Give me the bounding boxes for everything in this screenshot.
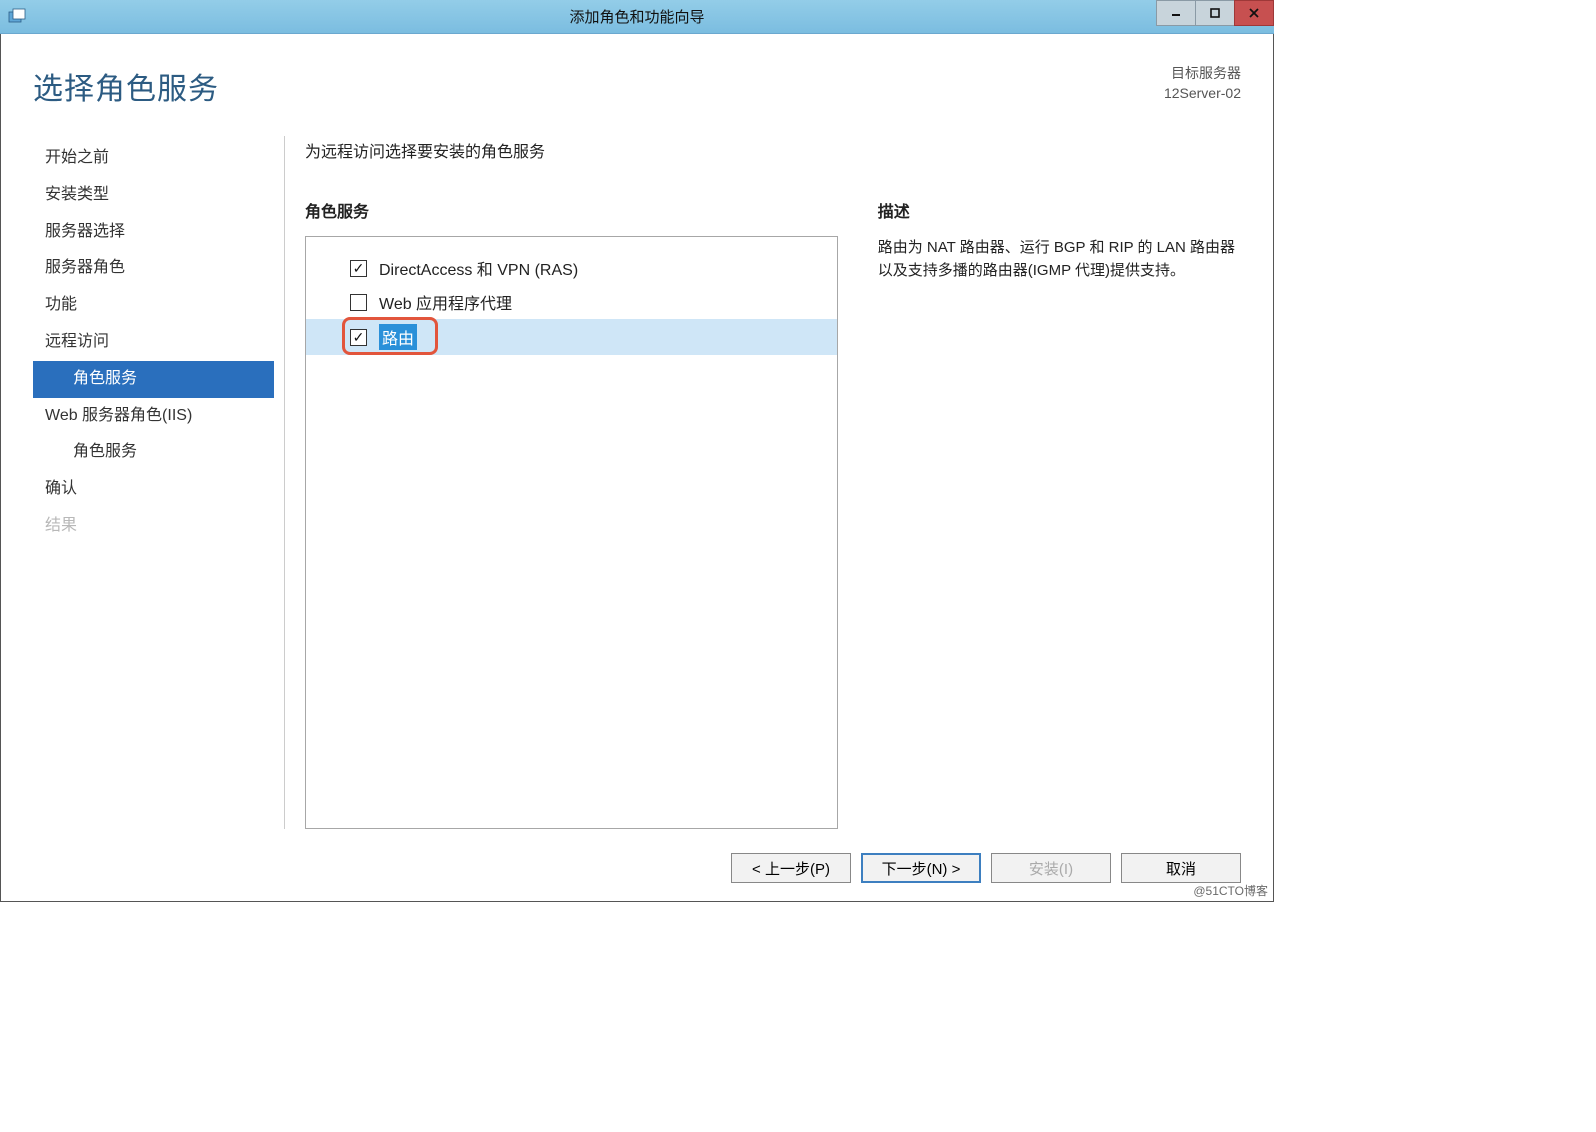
body-row: 开始之前安装类型服务器选择服务器角色功能远程访问角色服务Web 服务器角色(II… bbox=[33, 136, 1241, 829]
roles-listbox[interactable]: DirectAccess 和 VPN (RAS) Web 应用程序代理路由 bbox=[305, 236, 838, 829]
checkbox[interactable] bbox=[350, 294, 367, 311]
target-server-label: 目标服务器 bbox=[1164, 64, 1241, 84]
previous-button[interactable]: < 上一步(P) bbox=[731, 853, 851, 883]
nav-item[interactable]: 服务器选择 bbox=[33, 214, 274, 251]
wizard-footer: < 上一步(P) 下一步(N) > 安装(I) 取消 bbox=[33, 847, 1241, 883]
nav-item[interactable]: 确认 bbox=[33, 471, 274, 508]
nav-item[interactable]: 角色服务 bbox=[33, 361, 274, 398]
cancel-button[interactable]: 取消 bbox=[1121, 853, 1241, 883]
role-item-label: Web 应用程序代理 bbox=[379, 290, 512, 314]
nav-item[interactable]: 功能 bbox=[33, 287, 274, 324]
checkbox[interactable] bbox=[350, 329, 367, 346]
roles-column: 角色服务 DirectAccess 和 VPN (RAS) Web 应用程序代理路… bbox=[305, 198, 838, 829]
minimize-button[interactable] bbox=[1156, 0, 1196, 26]
nav-item[interactable]: 服务器角色 bbox=[33, 250, 274, 287]
page-title: 选择角色服务 bbox=[33, 64, 219, 108]
role-item-label: 路由 bbox=[379, 324, 417, 350]
app-icon bbox=[8, 8, 26, 26]
roles-label: 角色服务 bbox=[305, 198, 838, 222]
nav-item[interactable]: 角色服务 bbox=[33, 434, 274, 471]
maximize-button[interactable] bbox=[1195, 0, 1235, 26]
close-button[interactable] bbox=[1234, 0, 1274, 26]
nav-item[interactable]: Web 服务器角色(IIS) bbox=[33, 398, 274, 435]
watermark: @51CTO博客 bbox=[1193, 882, 1268, 899]
role-item[interactable]: 路由 bbox=[306, 319, 837, 355]
next-button[interactable]: 下一步(N) > bbox=[861, 853, 981, 883]
description-column: 描述 路由为 NAT 路由器、运行 BGP 和 RIP 的 LAN 路由器以及支… bbox=[878, 198, 1241, 829]
window-controls bbox=[1157, 0, 1274, 26]
window-title: 添加角色和功能向导 bbox=[569, 6, 704, 27]
nav-item: 结果 bbox=[33, 508, 274, 545]
target-server-box: 目标服务器 12Server-02 bbox=[1164, 64, 1241, 103]
columns: 角色服务 DirectAccess 和 VPN (RAS)Web 应用程序代理路… bbox=[305, 198, 1241, 829]
role-item[interactable]: Web 应用程序代理 bbox=[306, 285, 837, 319]
header-row: 选择角色服务 目标服务器 12Server-02 bbox=[33, 64, 1241, 108]
description-label: 描述 bbox=[878, 198, 1241, 222]
instruction-text: 为远程访问选择要安装的角色服务 bbox=[305, 138, 1241, 162]
nav-item[interactable]: 远程访问 bbox=[33, 324, 274, 361]
nav-item[interactable]: 安装类型 bbox=[33, 177, 274, 214]
install-button[interactable]: 安装(I) bbox=[991, 853, 1111, 883]
wizard-nav: 开始之前安装类型服务器选择服务器角色功能远程访问角色服务Web 服务器角色(II… bbox=[33, 136, 285, 829]
checkbox[interactable] bbox=[350, 260, 367, 277]
role-item[interactable]: DirectAccess 和 VPN (RAS) bbox=[306, 251, 837, 285]
target-server-name: 12Server-02 bbox=[1164, 84, 1241, 104]
nav-item[interactable]: 开始之前 bbox=[33, 140, 274, 177]
description-text: 路由为 NAT 路由器、运行 BGP 和 RIP 的 LAN 路由器以及支持多播… bbox=[878, 236, 1241, 283]
role-item-label: DirectAccess 和 VPN (RAS) bbox=[379, 256, 578, 280]
titlebar: 添加角色和功能向导 bbox=[0, 0, 1274, 34]
content-frame: 选择角色服务 目标服务器 12Server-02 开始之前安装类型服务器选择服务… bbox=[0, 34, 1274, 902]
main-panel: 为远程访问选择要安装的角色服务 角色服务 DirectAccess 和 VPN … bbox=[285, 136, 1241, 829]
